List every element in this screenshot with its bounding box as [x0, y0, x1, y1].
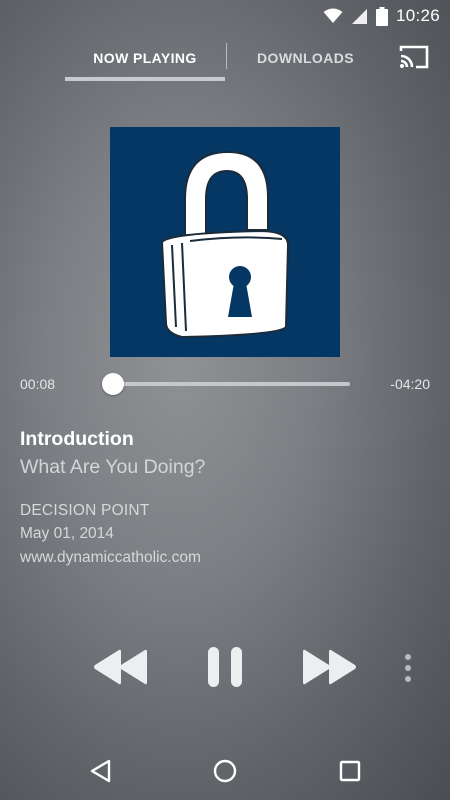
episode-title: What Are You Doing?	[20, 456, 206, 478]
more-vert-icon[interactable]	[403, 653, 413, 683]
release-date: May 01, 2014	[20, 525, 114, 542]
episode-info: Introduction What Are You Doing? DECISIO…	[20, 425, 440, 570]
album-artwork	[110, 127, 340, 357]
tab-downloads[interactable]: DOWNLOADS	[228, 38, 383, 78]
elapsed-time: 00:08	[20, 376, 56, 392]
fast-forward-icon[interactable]	[302, 648, 358, 686]
status-icons: 10:26	[323, 6, 440, 26]
recents-icon[interactable]	[335, 756, 365, 786]
cast-icon[interactable]	[398, 44, 430, 70]
home-icon[interactable]	[210, 756, 240, 786]
tab-bar: NOW PLAYING DOWNLOADS	[0, 38, 450, 84]
wifi-icon	[323, 8, 343, 24]
back-icon[interactable]	[86, 756, 116, 786]
tab-divider	[226, 43, 227, 69]
seek-bar: 00:08 -04:20	[0, 372, 450, 398]
chapter-title: Introduction	[20, 428, 134, 450]
album-name: DECISION POINT	[20, 502, 150, 519]
rewind-icon[interactable]	[92, 648, 148, 686]
padlock-icon	[160, 150, 290, 339]
cell-signal-icon	[351, 8, 368, 25]
playback-controls	[0, 640, 450, 696]
pause-icon[interactable]	[207, 646, 243, 688]
status-bar: 10:26	[0, 0, 450, 32]
remaining-time: -04:20	[390, 376, 430, 392]
website-link[interactable]: www.dynamiccatholic.com	[20, 546, 440, 570]
seek-thumb[interactable]	[102, 373, 124, 395]
status-clock: 10:26	[395, 6, 440, 25]
battery-icon	[375, 6, 388, 26]
tab-selected-indicator	[65, 77, 225, 81]
seek-track[interactable]	[106, 382, 350, 386]
tab-now-playing[interactable]: NOW PLAYING	[65, 38, 225, 78]
navigation-bar	[0, 740, 450, 800]
